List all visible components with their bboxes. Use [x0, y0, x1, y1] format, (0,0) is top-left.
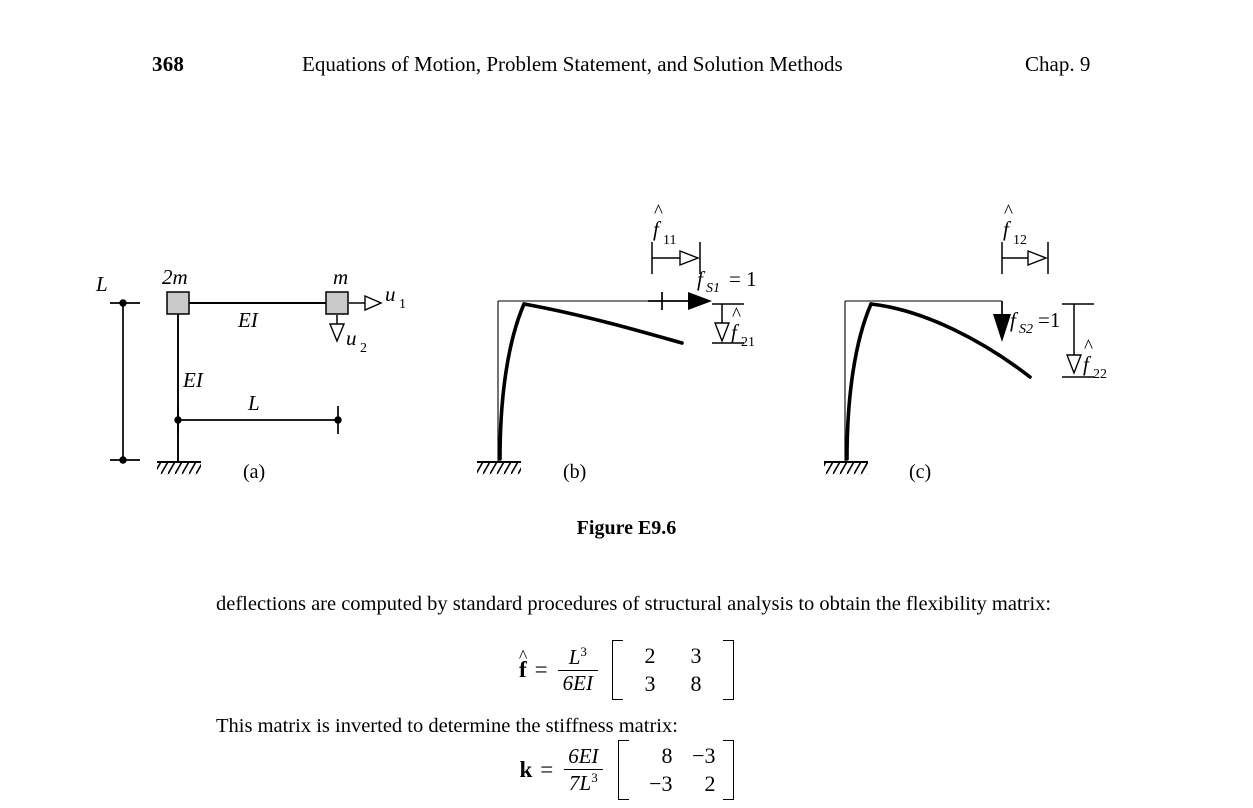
flexibility-bracket-right [722, 640, 734, 700]
paragraph-flexibility-intro: deflections are computed by standard pro… [216, 593, 1052, 615]
flexibility-fraction: L3 6EI [557, 645, 598, 695]
deflected-column-c [845, 302, 873, 461]
flexibility-numerator-base: L [568, 645, 581, 670]
running-head: 368 Equations of Motion, Problem Stateme… [0, 52, 1253, 86]
displacement-f21-subscript: 21 [741, 335, 755, 350]
displacement-f22-subscript: 22 [1093, 367, 1107, 382]
horizontal-dimension-label: L [247, 391, 260, 415]
deflected-column-b [498, 302, 526, 461]
dof-u1-arrow: u 1 [349, 282, 406, 312]
displacement-f21-hat: ^ [732, 304, 741, 325]
displacement-f12-subscript: 12 [1013, 233, 1027, 248]
stiffness-cell-r2c2: 2 [704, 770, 716, 796]
panel-b-deflected-shape: f 11 ^ f S1 = 1 f 21 ^ [477, 201, 757, 475]
page-number: 368 [152, 52, 185, 76]
horizontal-dimension-L: L [174, 391, 342, 434]
displacement-f22-hat: ^ [1084, 336, 1093, 357]
mass-block-m [325, 291, 349, 315]
flexibility-cell-r2c1: 3 [644, 670, 656, 696]
stiffness-lhs-symbol: k [519, 757, 533, 783]
equation-flexibility-matrix: ^ f = L3 6EI 2 3 3 8 [0, 640, 1253, 700]
vertical-dimension-label: L [95, 272, 108, 296]
displacement-f12-hat: ^ [1004, 201, 1013, 222]
dof-u1-label: u [385, 282, 396, 306]
flexibility-lhs-symbol: ^ f [519, 646, 528, 683]
stiffness-denominator-exponent: 3 [591, 769, 598, 785]
vertical-dimension-L: L [95, 272, 140, 464]
stiffness-lhs-letter: k [519, 756, 533, 782]
flexibility-numerator: L3 [564, 645, 592, 670]
stiffness-denominator: 7L3 [564, 768, 603, 795]
subcaption-c: (c) [909, 461, 932, 483]
figure-caption: Figure E9.6 [576, 517, 677, 539]
dof-u1-subscript: 1 [399, 297, 406, 312]
dof-u2-arrow: u 2 [328, 315, 367, 356]
stiffness-numerator: 6EI [568, 744, 599, 769]
equation-stiffness-matrix: k = 6EI 7L3 8 −3 −3 2 [0, 740, 1253, 800]
column-stiffness-label: EI [182, 368, 204, 392]
subcaption-b: (b) [563, 461, 587, 483]
force-fs1-subscript: S1 [706, 281, 720, 296]
fixed-support-b [477, 461, 521, 475]
mass-label-2m: 2m [162, 265, 188, 289]
stiffness-cell-r1c1: 8 [661, 743, 673, 768]
force-fs2-subscript: S2 [1019, 322, 1033, 337]
fixed-support-a [157, 461, 201, 475]
flexibility-numerator-exponent: 3 [580, 644, 587, 660]
flexibility-cell-r1c1: 2 [644, 643, 656, 668]
flexibility-hat-accent: ^ [518, 645, 528, 666]
panel-a-frame-diagram: L 2m m EI EI u 1 u 2 L [95, 265, 406, 475]
mass-block-2m [166, 291, 190, 315]
panel-c-deflected-shape: f 12 ^ f S2 =1 f 22 ^ [824, 201, 1107, 475]
flexibility-matrix: 2 3 3 8 [611, 640, 734, 700]
beam-stiffness-label: EI [237, 308, 259, 332]
stiffness-cell-r2c1: −3 [649, 770, 673, 796]
stiffness-matrix-grid: 8 −3 −3 2 [629, 740, 723, 800]
stiffness-cell-r1c2: −3 [692, 743, 716, 768]
stiffness-bracket-left [617, 740, 629, 800]
stiffness-fraction: 6EI 7L3 [563, 745, 603, 794]
force-fs1-value: = 1 [729, 267, 757, 291]
flexibility-bracket-left [611, 640, 623, 700]
fixed-support-c [824, 461, 868, 475]
deflected-beam-b [522, 302, 684, 345]
force-fs1-symbol: f [697, 267, 706, 291]
dof-u2-label: u [346, 326, 357, 350]
flexibility-equals-sign: = [534, 656, 548, 682]
mass-label-m: m [333, 265, 348, 289]
subcaption-a: (a) [243, 461, 266, 483]
displacement-f11-dimension: f 11 ^ [651, 201, 701, 274]
stiffness-denominator-base: 7L [569, 770, 592, 795]
displacement-f12-dimension: f 12 ^ [1001, 201, 1049, 274]
displacement-f11-subscript: 11 [663, 233, 676, 248]
displacement-f21-dimension: f 21 ^ [712, 303, 755, 350]
stiffness-equals-sign: = [540, 756, 554, 782]
figure-e9-6: L 2m m EI EI u 1 u 2 L f 11 ^ f S1 = 1 f… [0, 96, 1253, 496]
paragraph-stiffness-intro: This matrix is inverted to determine the… [216, 715, 678, 737]
flexibility-cell-r2c2: 8 [690, 670, 702, 696]
stiffness-matrix: 8 −3 −3 2 [617, 740, 734, 800]
running-head-chapter: Chap. 9 [1025, 52, 1091, 76]
stiffness-bracket-right [722, 740, 734, 800]
running-head-title: Equations of Motion, Problem Statement, … [302, 52, 843, 76]
displacement-f11-hat: ^ [654, 201, 663, 222]
flexibility-cell-r1c2: 3 [690, 643, 702, 668]
displacement-f22-dimension: f 22 ^ [1062, 303, 1107, 382]
dof-u2-subscript: 2 [360, 341, 367, 356]
force-fs2-arrow: f S2 =1 [993, 301, 1060, 342]
flexibility-denominator: 6EI [557, 669, 598, 695]
force-fs2-value: =1 [1038, 308, 1060, 332]
force-fs2-symbol: f [1010, 308, 1019, 332]
flexibility-matrix-grid: 2 3 3 8 [623, 640, 723, 700]
